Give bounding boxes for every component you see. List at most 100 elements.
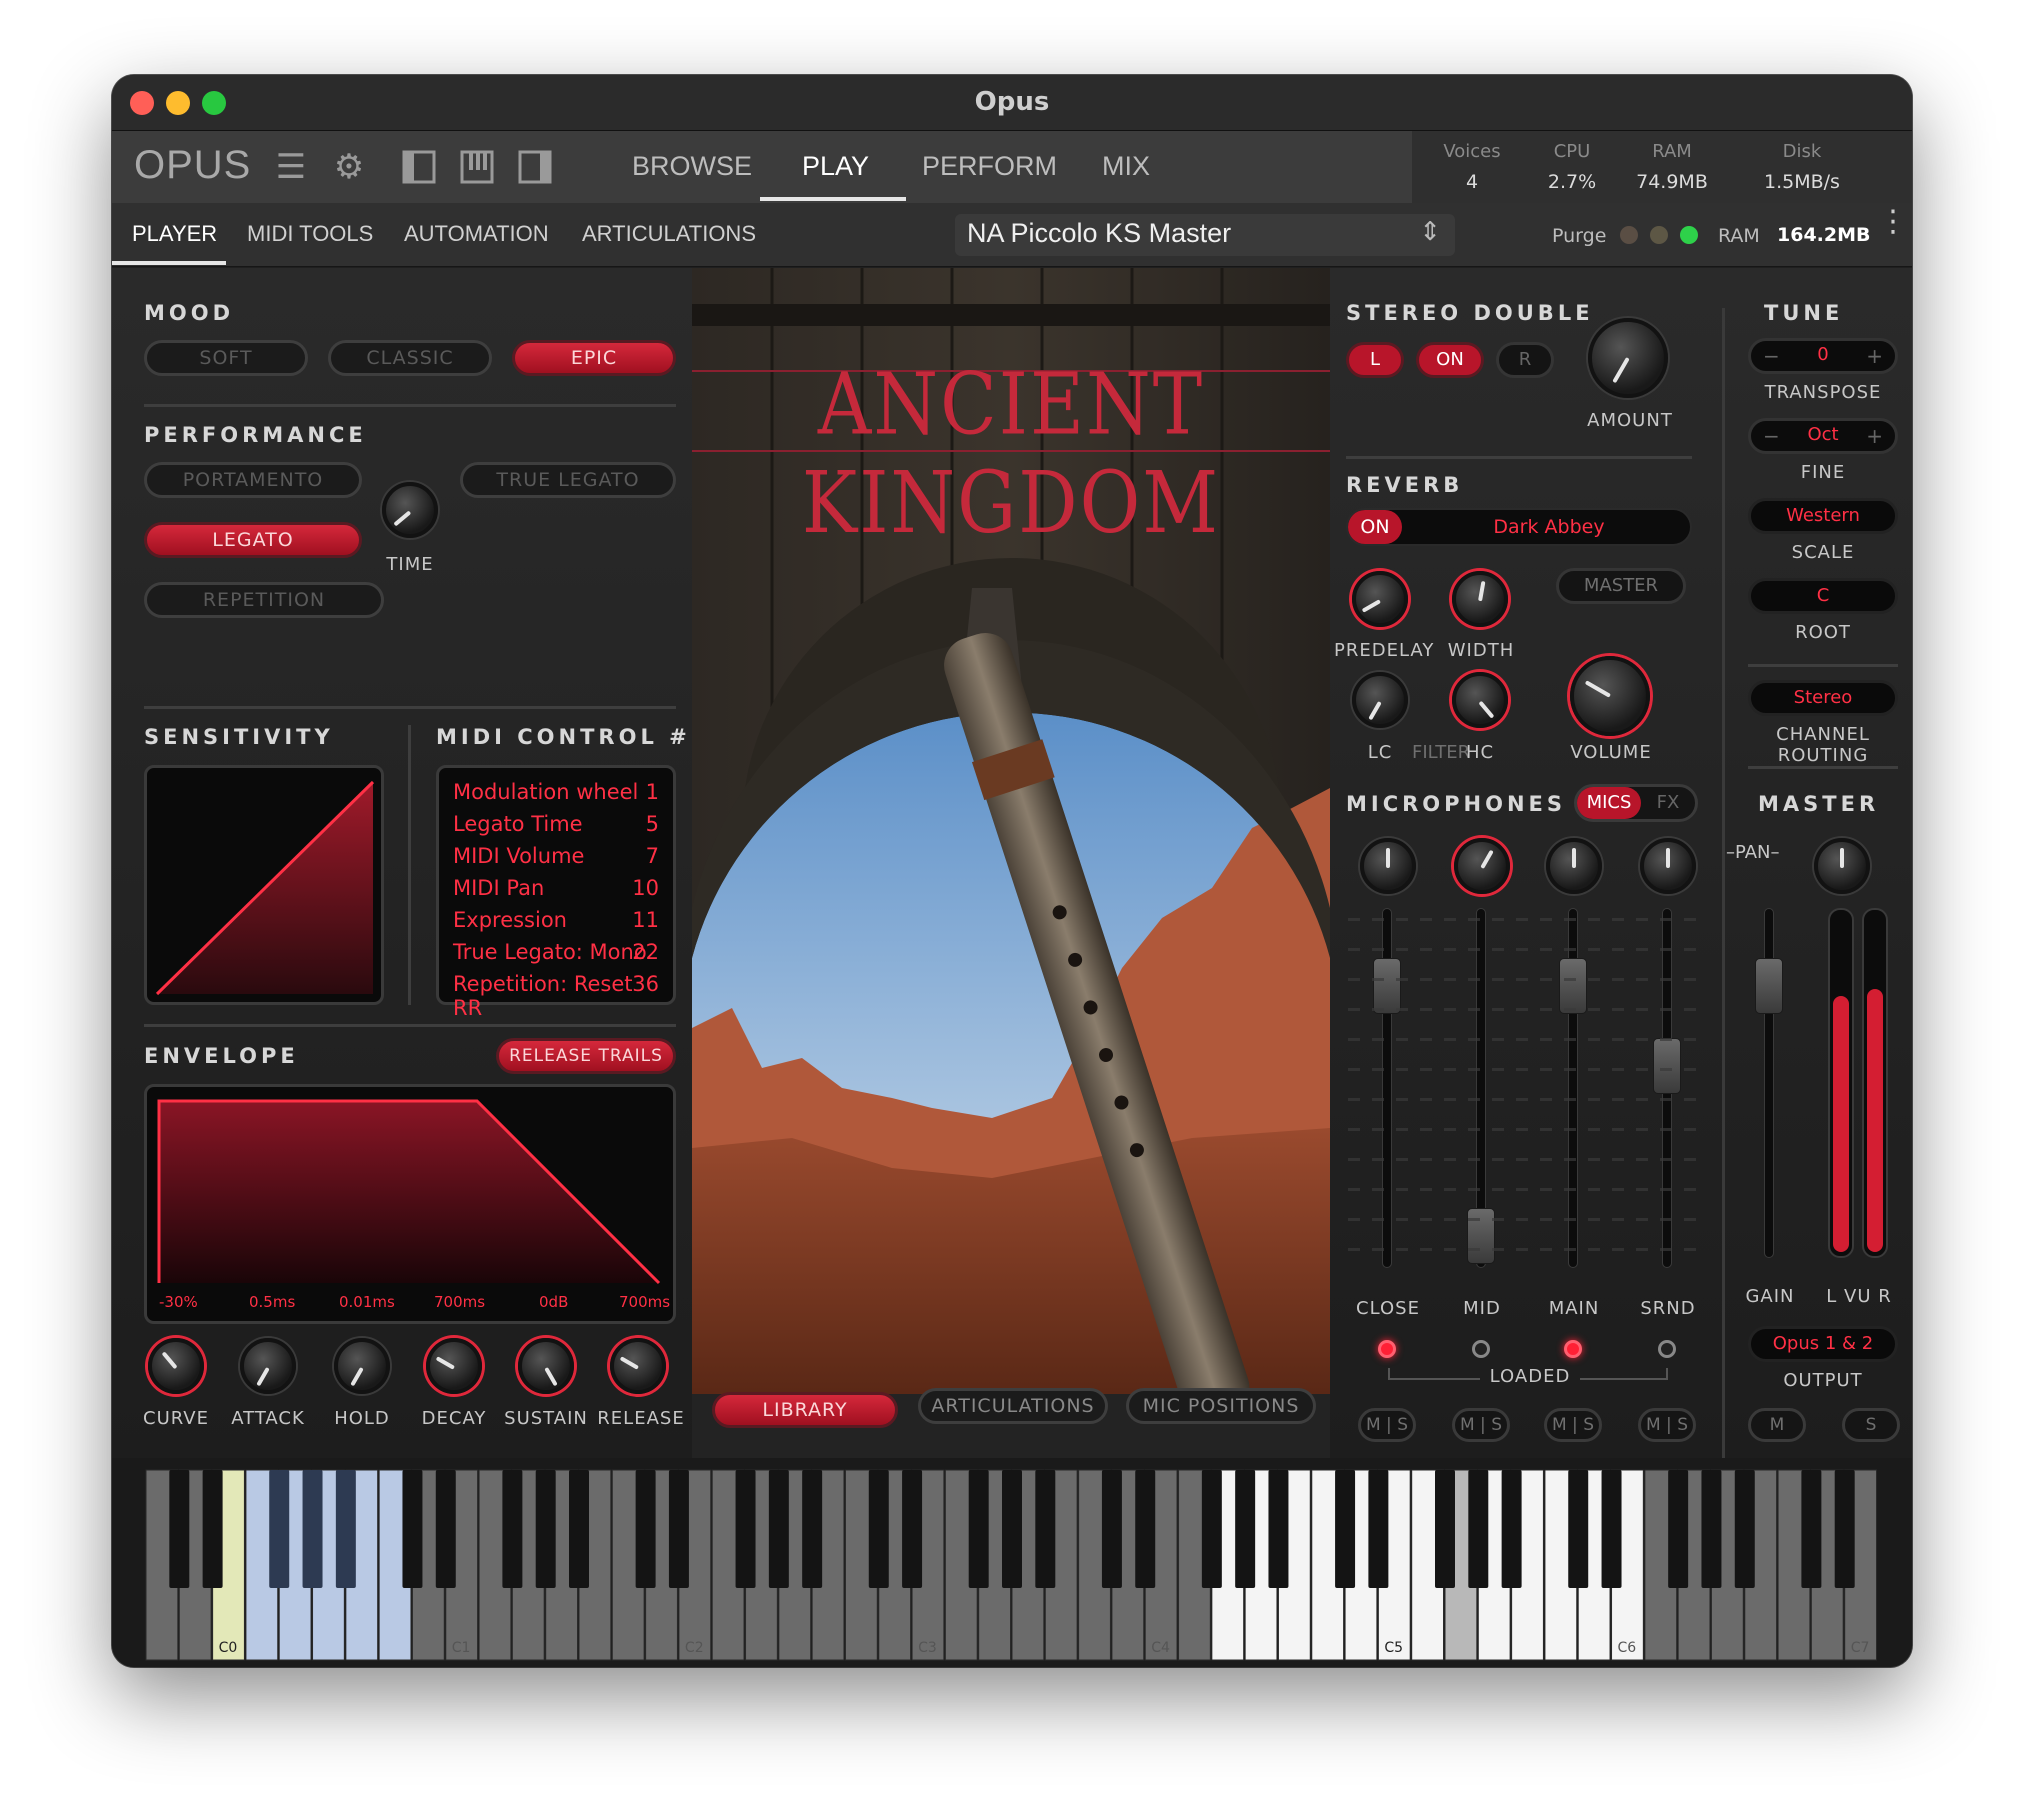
preset-selector[interactable]: NA Piccolo KS Master ⇕ (955, 214, 1455, 256)
black-key[interactable] (302, 1470, 323, 1588)
black-key[interactable] (1734, 1470, 1755, 1588)
black-key[interactable] (968, 1470, 989, 1588)
srnd-loaded-led[interactable] (1658, 1340, 1676, 1358)
midi-cc-row[interactable]: True Legato: Mono 22 (453, 940, 659, 972)
release-knob[interactable] (610, 1338, 666, 1394)
scale-select[interactable]: Western (1748, 498, 1898, 534)
midi-cc-row[interactable]: Expression 11 (453, 908, 659, 940)
minus-icon[interactable]: − (1763, 424, 1780, 448)
mute-button[interactable]: M (1366, 1415, 1381, 1435)
mood-classic-button[interactable]: CLASSIC (328, 340, 492, 376)
tab-mix[interactable]: MIX (1102, 151, 1150, 182)
right-panel-icon[interactable] (516, 149, 554, 185)
mute-button[interactable]: M (1646, 1415, 1661, 1435)
solo-button[interactable]: S (1491, 1415, 1502, 1435)
solo-button[interactable]: S (1677, 1415, 1688, 1435)
black-key[interactable] (1668, 1470, 1689, 1588)
master-mute-button[interactable]: M (1748, 1408, 1806, 1442)
black-key[interactable] (502, 1470, 523, 1588)
stereo-double-on-button[interactable]: ON (1416, 342, 1484, 378)
black-key[interactable] (569, 1470, 589, 1588)
predelay-knob[interactable] (1352, 571, 1408, 627)
black-key[interactable] (1101, 1470, 1122, 1588)
midi-cc-row[interactable]: MIDI Volume 7 (453, 844, 659, 876)
high-cut-knob[interactable] (1452, 672, 1508, 728)
black-key[interactable] (635, 1470, 656, 1588)
channel-routing-select[interactable]: Stereo (1748, 680, 1898, 716)
tab-perform[interactable]: PERFORM (922, 151, 1057, 182)
black-key[interactable] (1435, 1470, 1455, 1588)
black-key[interactable] (1601, 1470, 1622, 1588)
gear-icon[interactable]: ⚙ (330, 149, 368, 185)
black-key[interactable] (535, 1470, 556, 1588)
black-key[interactable] (1135, 1470, 1156, 1588)
srnd-fader[interactable] (1653, 1038, 1681, 1094)
plus-icon[interactable]: + (1866, 424, 1883, 448)
reverb-on-button[interactable]: ON (1348, 510, 1402, 544)
release-trails-button[interactable]: RELEASE TRAILS (496, 1038, 676, 1074)
hold-knob[interactable] (334, 1338, 390, 1394)
black-key[interactable] (1368, 1470, 1389, 1588)
curve-knob[interactable] (148, 1338, 204, 1394)
main-mute-solo[interactable]: M | S (1544, 1408, 1602, 1442)
main-pan-knob[interactable] (1546, 838, 1602, 894)
mute-button[interactable]: M (1552, 1415, 1567, 1435)
root-select[interactable]: C (1748, 578, 1898, 614)
stereo-double-right-button[interactable]: R (1496, 342, 1554, 378)
reverb-volume-knob[interactable] (1570, 656, 1650, 736)
sustain-knob[interactable] (518, 1338, 574, 1394)
envelope-graph[interactable]: -30% 0.5ms 0.01ms 700ms 0dB 700ms (144, 1084, 676, 1324)
close-pan-knob[interactable] (1360, 838, 1416, 894)
midi-control-list[interactable]: Modulation wheel 1 Legato Time 5 MIDI Volu… (436, 765, 676, 1020)
plus-icon[interactable]: + (1866, 344, 1883, 368)
black-key[interactable] (868, 1470, 889, 1588)
black-key[interactable] (1268, 1470, 1289, 1588)
subtab-midi-tools[interactable]: MIDI TOOLS (247, 221, 373, 247)
width-knob[interactable] (1452, 571, 1508, 627)
tab-browse[interactable]: BROWSE (632, 151, 752, 182)
srnd-mute-solo[interactable]: M | S (1638, 1408, 1696, 1442)
black-key[interactable] (1801, 1470, 1822, 1588)
true-legato-button[interactable]: TRUE LEGATO (460, 462, 676, 498)
repetition-button[interactable]: REPETITION (144, 582, 384, 618)
master-pan-knob[interactable] (1814, 838, 1870, 894)
legato-button[interactable]: LEGATO (144, 522, 362, 558)
purge-dot-3[interactable] (1680, 226, 1698, 244)
close-mute-solo[interactable]: M | S (1358, 1408, 1416, 1442)
left-panel-icon[interactable] (400, 149, 438, 185)
decay-knob[interactable] (426, 1338, 482, 1394)
reverb-master-button[interactable]: MASTER (1556, 568, 1686, 604)
minus-icon[interactable]: − (1763, 344, 1780, 368)
mood-soft-button[interactable]: SOFT (144, 340, 308, 376)
output-select[interactable]: Opus 1 & 2 (1748, 1326, 1898, 1362)
black-key[interactable] (1834, 1470, 1855, 1588)
black-key[interactable] (169, 1470, 190, 1588)
black-key[interactable] (1501, 1470, 1522, 1588)
black-key[interactable] (1568, 1470, 1589, 1588)
sensitivity-curve[interactable] (144, 765, 384, 1005)
low-cut-knob[interactable] (1352, 672, 1408, 728)
reverb-preset[interactable]: Dark Abbey (1418, 510, 1680, 544)
legato-time-knob[interactable] (382, 482, 438, 538)
purge-dot-1[interactable] (1620, 226, 1638, 244)
close-loaded-led[interactable] (1378, 1340, 1396, 1358)
midi-cc-row[interactable]: MIDI Pan 10 (453, 876, 659, 908)
black-key[interactable] (1701, 1470, 1722, 1588)
mic-positions-button[interactable]: MIC POSITIONS (1126, 1388, 1316, 1424)
transpose-stepper[interactable]: − 0 + (1748, 338, 1898, 374)
black-key[interactable] (269, 1470, 290, 1588)
black-key[interactable] (1335, 1470, 1356, 1588)
srnd-pan-knob[interactable] (1640, 838, 1696, 894)
more-options-icon[interactable]: ⋮ (1878, 207, 1908, 237)
menu-icon[interactable]: ☰ (272, 149, 310, 185)
solo-button[interactable]: S (1583, 1415, 1594, 1435)
stereo-double-left-button[interactable]: L (1346, 342, 1404, 378)
mid-mute-solo[interactable]: M | S (1452, 1408, 1510, 1442)
black-key[interactable] (902, 1470, 923, 1588)
black-key[interactable] (1235, 1470, 1256, 1588)
purge-dot-2[interactable] (1650, 226, 1668, 244)
midi-cc-row[interactable]: Legato Time 5 (453, 812, 659, 844)
articulations-button[interactable]: ARTICULATIONS (918, 1388, 1108, 1424)
main-loaded-led[interactable] (1564, 1340, 1582, 1358)
black-key[interactable] (1201, 1470, 1222, 1588)
